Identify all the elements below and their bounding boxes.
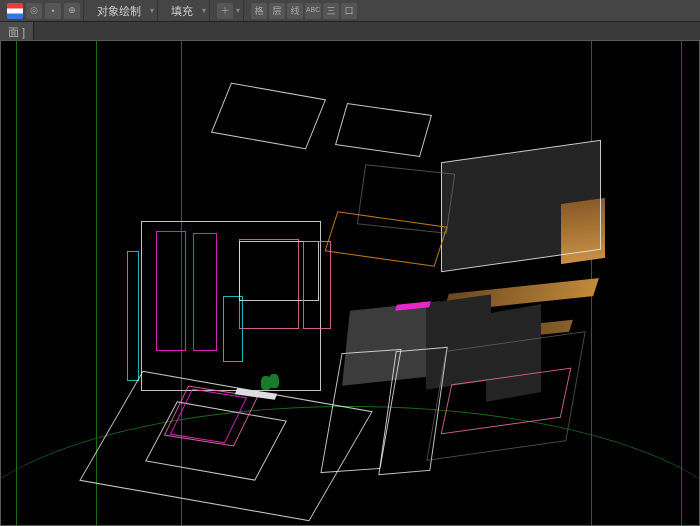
view-mode-label[interactable]: 面 ] [0, 22, 34, 42]
wire-magenta [156, 231, 186, 351]
chevron-down-icon: ▾ [150, 6, 154, 15]
abc-icon[interactable]: ABC [305, 3, 321, 19]
layer-icon[interactable]: 层 [269, 3, 285, 19]
wire-cyan [127, 251, 139, 381]
toolbar-segment-left: ◎ • ⊕ [4, 0, 84, 21]
flag-icon[interactable] [7, 3, 23, 19]
model-wireframe[interactable] [121, 91, 611, 511]
wire-plane [211, 83, 326, 150]
toolbar-dropdown-2-seg: 填充 ▾ [162, 0, 210, 21]
label-bar: 面 ] [0, 22, 700, 42]
toolbar-segment-right: 格 层 线 ABC 三 口 [248, 0, 360, 21]
dot-icon[interactable]: • [45, 3, 61, 19]
plus-icon[interactable]: ＋ [217, 3, 233, 19]
grid-line [16, 41, 17, 525]
toolbar-plus-seg: ＋ ▾ [214, 0, 244, 21]
wire-magenta [193, 233, 217, 351]
viewport-perspective[interactable] [0, 40, 700, 526]
chevron-down-icon: ▾ [236, 6, 240, 15]
toolbar-dropdown-1-seg: 对象绘制 ▾ [88, 0, 158, 21]
main-toolbar: ◎ • ⊕ 对象绘制 ▾ 填充 ▾ ＋ ▾ 格 层 线 ABC 三 口 [0, 0, 700, 22]
list-icon[interactable]: 三 [323, 3, 339, 19]
wire-pink [303, 241, 331, 329]
line-icon[interactable]: 线 [287, 3, 303, 19]
grid-icon[interactable]: 格 [251, 3, 267, 19]
toolbar-dropdown-2[interactable]: 填充 [165, 3, 199, 19]
target-icon[interactable]: ◎ [26, 3, 42, 19]
wire-box [441, 140, 601, 272]
frame-icon[interactable]: 口 [341, 3, 357, 19]
toolbar-dropdown-1[interactable]: 对象绘制 [91, 3, 147, 19]
grid-line [681, 41, 682, 525]
wire-plane [335, 103, 432, 157]
plant-object [269, 374, 279, 388]
chevron-down-icon: ▾ [202, 6, 206, 15]
globe-icon[interactable]: ⊕ [64, 3, 80, 19]
